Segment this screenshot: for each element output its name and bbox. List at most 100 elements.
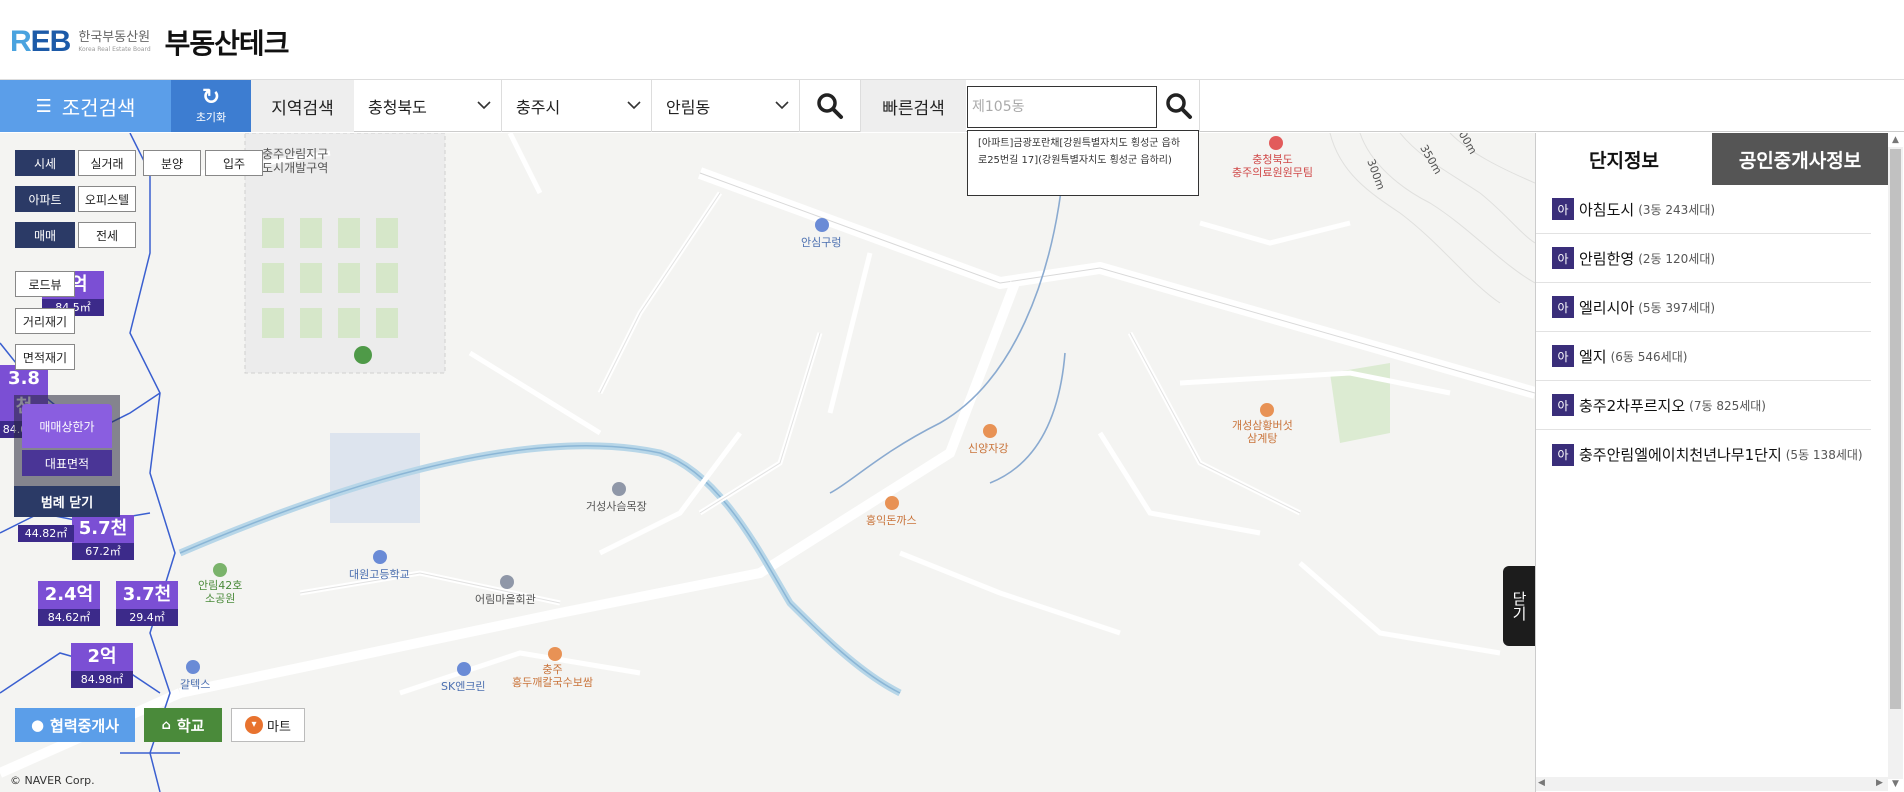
apartment-tag: 아 <box>1552 443 1574 466</box>
price-marker[interactable]: 2억 84.98㎡ <box>71 643 133 688</box>
price-value: 3.7천 <box>122 584 172 605</box>
right-panel-tabs: 단지정보 공인중개사정보 <box>1536 133 1888 185</box>
person-icon: ● <box>30 716 45 734</box>
dong-select[interactable]: 안림동 <box>652 80 800 132</box>
tab-price[interactable]: 시세 <box>15 150 75 176</box>
horizontal-scrollbar[interactable] <box>1536 777 1888 791</box>
price-marker[interactable]: 44.82㎡ <box>18 513 74 542</box>
apartment-tag: 아 <box>1552 394 1574 416</box>
apartment-tag: 아 <box>1552 345 1574 367</box>
rep-area-button[interactable]: 대표면적 <box>22 450 112 476</box>
quick-search-input[interactable] <box>967 86 1157 128</box>
right-panel: 단지정보 공인중개사정보 아 아침도시 (3동 243세대) 아 안림한영 (2… <box>1535 133 1904 792</box>
price-area: 29.4㎡ <box>116 609 178 626</box>
scroll-right-icon[interactable]: ▶ <box>1876 778 1883 788</box>
scrollbar-thumb[interactable] <box>1890 149 1901 709</box>
condition-search-button[interactable]: ☰ 조건검색 <box>0 80 171 132</box>
complex-info: (7동 825세대) <box>1689 398 1766 413</box>
area-measure-button[interactable]: 면적재기 <box>15 344 75 370</box>
scroll-up-icon[interactable]: ▲ <box>1892 135 1899 145</box>
complex-info: (3동 243세대) <box>1638 202 1716 217</box>
quick-search-suggestion[interactable]: [아파트]금광포란채[강원특별자치도 횡성군 읍하로25번길 17](강원특별자… <box>967 130 1199 196</box>
tab-presale[interactable]: 분양 <box>143 150 201 176</box>
complex-info: (5동 397세대) <box>1638 300 1716 315</box>
complex-info: (6동 546세대) <box>1610 349 1688 364</box>
search-toolbar: ☰ 조건검색 ↻ 초기화 지역검색 충청북도 충주시 안림동 빠른검색 <box>0 80 1904 132</box>
map-label-hospital: 충청북도 충주의료원원무팀 <box>1232 153 1313 179</box>
tab-real-deal[interactable]: 실거래 <box>78 150 136 176</box>
map-label-galtex: 갈텍스 <box>180 678 211 691</box>
complex-info: (2동 120세대) <box>1638 251 1716 266</box>
cart-icon: ▾ <box>245 716 264 734</box>
logo[interactable]: REB 한국부동산원 Korea Real Estate Board 부동산테크 <box>10 22 290 62</box>
legend-close-button[interactable]: 범례 닫기 <box>14 486 120 517</box>
search-icon <box>1165 93 1192 119</box>
school-label: 학교 <box>176 716 205 735</box>
partner-agent-button[interactable]: ● 협력중개사 <box>15 708 135 742</box>
complex-name: 아침도시 <box>1579 200 1635 219</box>
map-label-dev-zone: 충주안림지구 도시개발구역 <box>262 147 329 175</box>
school-button[interactable]: ⌂ 학교 <box>144 708 222 742</box>
list-item[interactable]: 아 충주2차푸르지오 (7동 825세대) <box>1536 381 1871 430</box>
price-value: 2억 <box>87 646 117 667</box>
partner-agent-label: 협력중개사 <box>50 716 120 735</box>
sale-cap-button[interactable]: 매매상한가 <box>22 404 112 448</box>
price-area: 67.2㎡ <box>72 543 134 560</box>
condition-search-label: 조건검색 <box>61 95 136 120</box>
tab-move-in[interactable]: 입주 <box>205 150 263 176</box>
tab-apartment[interactable]: 아파트 <box>15 186 75 212</box>
price-marker[interactable]: 2.4억 84.62㎡ <box>38 581 100 626</box>
map-roads <box>0 133 1535 792</box>
complex-name: 충주안림엘에이치천년나무1단지 <box>1579 446 1782 464</box>
area-search-button[interactable] <box>800 80 861 132</box>
quick-search-button[interactable] <box>1158 80 1200 132</box>
vertical-scrollbar[interactable] <box>1888 147 1903 779</box>
tab-officetel[interactable]: 오피스텔 <box>78 186 136 212</box>
price-area: 44.82㎡ <box>18 525 74 542</box>
map-label-daewon: 대원고등학교 <box>349 568 410 581</box>
chevron-down-icon <box>627 101 641 110</box>
list-item[interactable]: 아 엘지 (6동 546세대) <box>1536 332 1871 381</box>
chevron-down-icon <box>775 101 789 110</box>
reset-button[interactable]: ↻ 초기화 <box>171 80 251 132</box>
city-select[interactable]: 충주시 <box>502 80 652 132</box>
price-marker[interactable]: 5.7천 67.2㎡ <box>72 515 134 560</box>
tab-complex-info[interactable]: 단지정보 <box>1536 133 1712 185</box>
tab-jeonse[interactable]: 전세 <box>78 222 136 248</box>
scroll-left-icon[interactable]: ◀ <box>1538 778 1545 788</box>
distance-measure-button[interactable]: 거리재기 <box>15 308 75 334</box>
tab-agent-info[interactable]: 공인중개사정보 <box>1712 133 1888 185</box>
price-marker[interactable]: 3.7천 29.4㎡ <box>116 581 178 626</box>
complex-list: 아 아침도시 (3동 243세대) 아 안림한영 (2동 120세대) 아 엘리… <box>1536 185 1871 479</box>
mart-button[interactable]: ▾ 마트 <box>231 708 305 742</box>
list-item[interactable]: 아 엘리시아 (5동 397세대) <box>1536 283 1871 332</box>
apartment-tag: 아 <box>1552 247 1574 269</box>
roadview-button[interactable]: 로드뷰 <box>15 271 75 297</box>
header: REB 한국부동산원 Korea Real Estate Board 부동산테크 <box>0 0 1904 80</box>
apartment-tag: 아 <box>1552 296 1574 318</box>
list-icon: ☰ <box>35 95 52 117</box>
tab-sale[interactable]: 매매 <box>15 222 75 248</box>
province-select[interactable]: 충청북도 <box>354 80 502 132</box>
complex-info: (5동 138세대) <box>1785 448 1863 462</box>
city-value: 충주시 <box>516 98 561 117</box>
list-item[interactable]: 아 아침도시 (3동 243세대) <box>1536 185 1871 234</box>
price-area: 84.98㎡ <box>71 671 133 688</box>
map-left-controls: 2억 84.5㎡ 3.8천 84.03㎡ 5.7천 67.2㎡ 44.82㎡ 2… <box>0 133 305 792</box>
brand-title: 부동산테크 <box>164 27 290 60</box>
logo-org-en: Korea Real Estate Board <box>78 46 151 53</box>
logo-org-kr: 한국부동산원 <box>78 30 151 45</box>
map-label-hongik: 홍익돈까스 <box>866 514 917 527</box>
map-label-gaeseong: 개성삼황버섯 삼계탕 <box>1232 419 1293 445</box>
map-label-geoseong: 거성사슴목장 <box>586 500 647 513</box>
logo-org: 한국부동산원 Korea Real Estate Board <box>78 31 150 53</box>
list-item[interactable]: 아 충주안림엘에이치천년나무1단지 (5동 138세대) <box>1536 430 1871 479</box>
map-close-tab[interactable]: 닫기 <box>1503 566 1535 646</box>
map[interactable]: 충주안림지구 도시개발구역 안심구렁 충청북도 충주의료원원무팀 300m 35… <box>0 133 1535 792</box>
scroll-down-icon[interactable]: ▼ <box>1892 779 1899 789</box>
price-area: 84.62㎡ <box>38 609 100 626</box>
price-value: 2.4억 <box>44 584 94 605</box>
list-item[interactable]: 아 안림한영 (2동 120세대) <box>1536 234 1871 283</box>
complex-name: 안림한영 <box>1579 249 1635 268</box>
quick-search-label: 빠른검색 <box>861 80 966 132</box>
